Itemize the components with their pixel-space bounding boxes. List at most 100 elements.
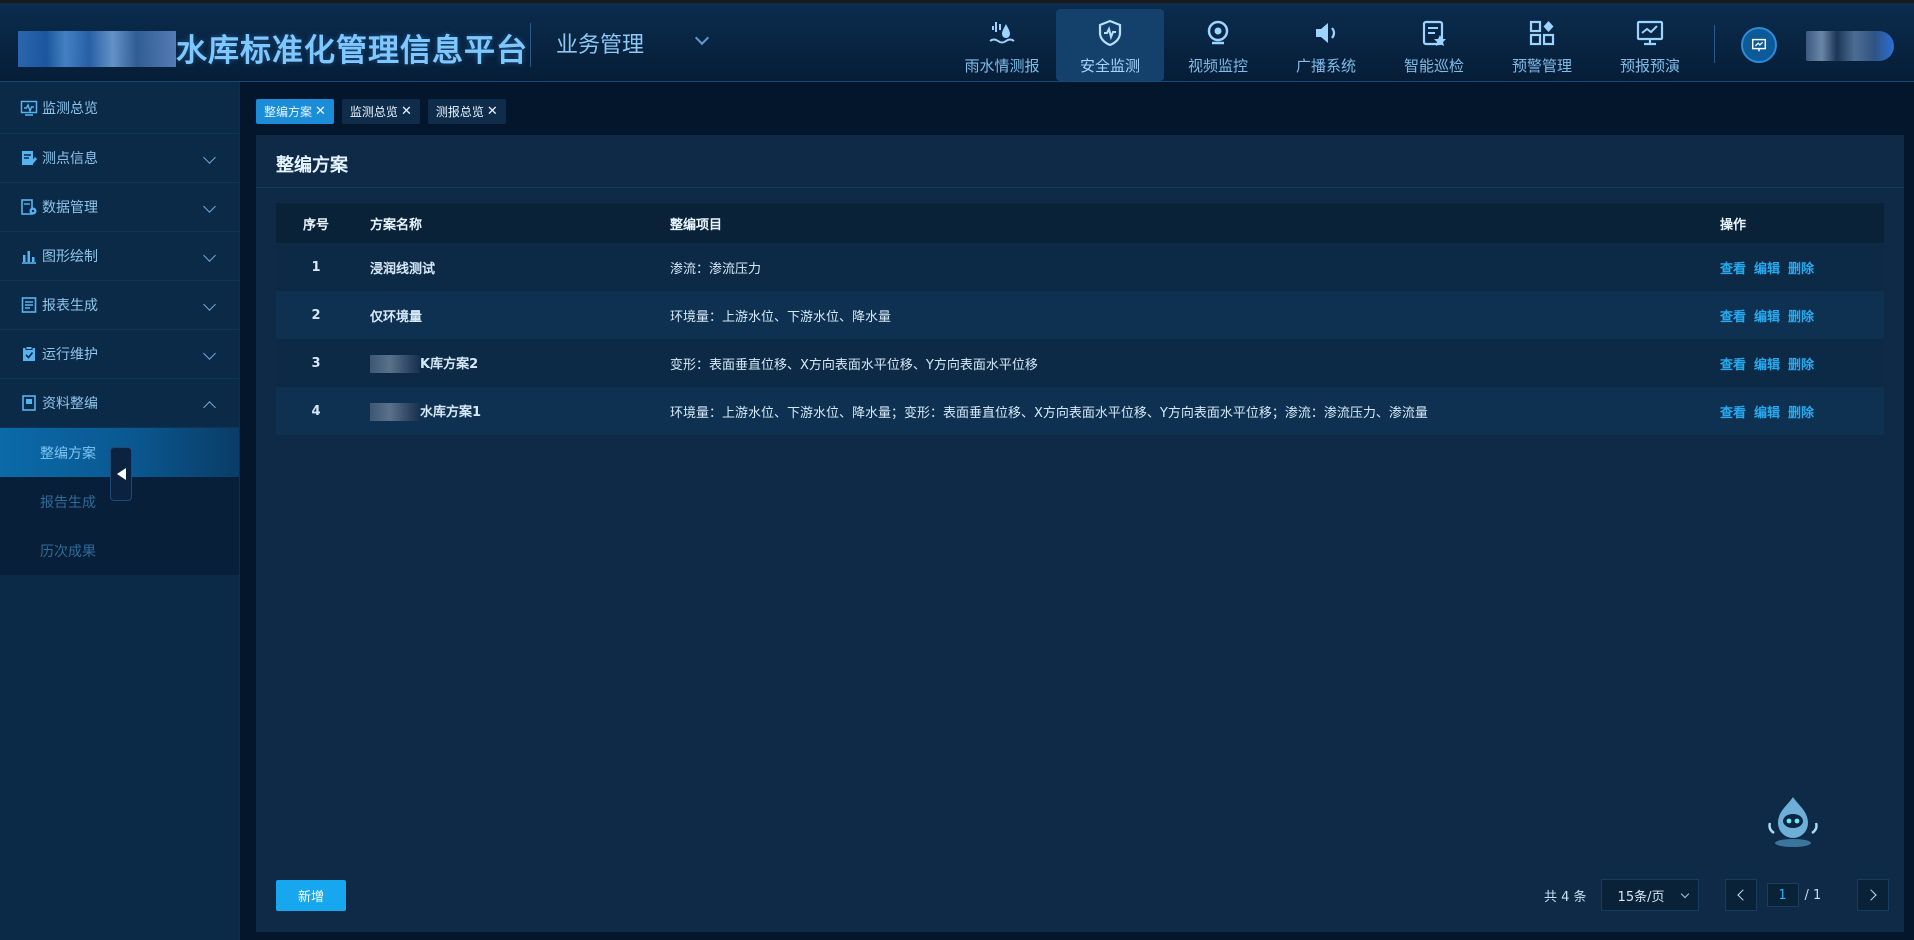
delete-link[interactable]: 删除 (1788, 358, 1814, 373)
app-title: 水库标准化管理信息平台 (176, 33, 528, 69)
nav-forecast[interactable]: 预报预演 (1596, 9, 1704, 81)
inspection-doc-icon (1422, 20, 1446, 46)
next-page-button[interactable] (1857, 879, 1890, 911)
current-page-input[interactable]: 1 (1766, 883, 1799, 907)
nav-safety-monitoring[interactable]: 安全监测 (1056, 9, 1164, 81)
webcam-icon (1207, 20, 1229, 45)
sidebar-subitem-history[interactable]: 历次成果 (0, 526, 239, 575)
row-index: 4 (311, 403, 321, 419)
table-row: 2 仅环境量 环境量：上游水位、下游水位、降水量 查看 编辑 删除 (276, 291, 1884, 339)
sidebar-item-report-generation[interactable]: 报表生成 (0, 281, 239, 330)
close-icon[interactable]: ✕ (401, 104, 412, 119)
chevron-down-icon (1680, 889, 1689, 899)
nav-label: 预警管理 (1511, 57, 1572, 75)
tag-compile-plan[interactable]: 整编方案 ✕ (256, 99, 334, 124)
view-link[interactable]: 查看 (1720, 262, 1746, 277)
prev-page-button[interactable] (1724, 879, 1757, 911)
chevron-down-icon (694, 30, 710, 46)
page-total: / 1 (1804, 887, 1822, 903)
row-actions: 查看 编辑 删除 (1706, 258, 1884, 277)
tag-monitoring-overview[interactable]: 监测总览 ✕ (341, 99, 420, 124)
sidebar-item-data-compilation[interactable]: 资料整编 (0, 379, 239, 428)
delete-link[interactable]: 删除 (1788, 310, 1814, 325)
sidebar-item-graph-drawing[interactable]: 图形绘制 (0, 232, 239, 281)
chevron-left-icon (1736, 889, 1749, 901)
edit-link[interactable]: 编辑 (1754, 262, 1780, 277)
sidebar-item-label: 图形绘制 (42, 249, 98, 265)
sidebar-item-label: 运行维护 (42, 347, 98, 363)
main-panel: 整编方案 序号 方案名称 整编项目 操作 1 浸润线测试 渗流：渗流压力 查看编… (256, 135, 1904, 932)
delete-link[interactable]: 删除 (1788, 406, 1814, 421)
screen-icon (1751, 38, 1767, 52)
plan-table: 序号 方案名称 整编项目 操作 1 浸润线测试 渗流：渗流压力 查看 编辑 删除 2… (276, 203, 1884, 435)
chevron-down-icon (203, 347, 216, 360)
sidebar-item-operations[interactable]: 运行维护 (0, 330, 239, 379)
row-index: 2 (311, 307, 321, 323)
logo-redacted (18, 31, 176, 67)
close-icon[interactable]: ✕ (315, 104, 326, 119)
data-settings-icon (21, 199, 37, 215)
edit-link[interactable]: 编辑 (1754, 406, 1780, 421)
view-link[interactable]: 查看 (1720, 406, 1746, 421)
sidebar-collapse-button[interactable] (110, 447, 132, 501)
nav-label: 视频监控 (1187, 57, 1248, 75)
doc-edit-icon (22, 151, 37, 165)
tag-label: 测报总览 (435, 105, 484, 119)
nav-video[interactable]: 视频监控 (1164, 9, 1272, 81)
nav-warning[interactable]: 预警管理 (1488, 9, 1596, 81)
triangle-left-icon (116, 468, 126, 480)
nav-label: 智能巡检 (1403, 57, 1464, 75)
chevron-down-icon (203, 249, 216, 262)
edit-link[interactable]: 编辑 (1754, 310, 1780, 325)
monitor-chart-icon (1636, 20, 1664, 46)
shield-heartbeat-icon (1098, 19, 1122, 47)
plan-name: 仅环境量 (370, 309, 423, 325)
table-header: 序号 方案名称 整编项目 操作 (276, 203, 1884, 243)
clipboard-check-icon (23, 346, 35, 361)
name-redacted (370, 403, 420, 422)
row-index: 1 (311, 259, 321, 275)
plan-name-cell: 水库方案1 (356, 401, 656, 422)
top-header: 水库标准化管理信息平台 业务管理 雨水情测报 安全监测 视频监控 广播系统 智能… (0, 0, 1914, 82)
sidebar-item-label: 数据管理 (42, 200, 98, 216)
water-drop-mascot-icon[interactable] (1764, 793, 1822, 851)
screen-button[interactable] (1741, 27, 1777, 63)
tag-forecast-overview[interactable]: 测报总览 ✕ (427, 99, 506, 124)
report-icon (21, 297, 37, 313)
speaker-icon (1316, 23, 1336, 43)
section-dropdown[interactable]: 业务管理 (556, 27, 716, 63)
page-title: 整编方案 (276, 155, 348, 176)
book-icon (22, 395, 36, 411)
bar-chart-icon (22, 251, 36, 264)
view-link[interactable]: 查看 (1720, 310, 1746, 325)
plan-name: 水库方案1 (420, 404, 482, 420)
pagination: 共 4 条 15条/页 1 / 1 (1544, 879, 1890, 911)
sidebar-item-label: 测点信息 (42, 151, 98, 167)
sidebar-item-data-management[interactable]: 数据管理 (0, 183, 239, 232)
page-size-select[interactable]: 15条/页 (1600, 879, 1699, 911)
row-actions: 查看 编辑 删除 (1706, 354, 1884, 373)
view-link[interactable]: 查看 (1720, 358, 1746, 373)
section-label: 业务管理 (556, 33, 645, 58)
header-divider (530, 23, 531, 67)
nav-rain-water[interactable]: 雨水情测报 (948, 9, 1056, 81)
nav-broadcast[interactable]: 广播系统 (1272, 9, 1380, 81)
close-icon[interactable]: ✕ (487, 104, 498, 119)
add-button[interactable]: 新增 (276, 880, 346, 911)
user-avatar-redacted[interactable] (1806, 31, 1894, 61)
plan-name: 浸润线测试 (370, 261, 436, 277)
table-row: 1 浸润线测试 渗流：渗流压力 查看 编辑 删除 (276, 243, 1884, 291)
edit-link[interactable]: 编辑 (1754, 358, 1780, 373)
tag-label: 监测总览 (349, 105, 398, 119)
chevron-down-icon (203, 298, 216, 311)
sidebar-item-measure-points[interactable]: 测点信息 (0, 134, 239, 183)
plan-name-cell: K库方案2 (356, 353, 656, 374)
nav-inspection[interactable]: 智能巡检 (1380, 9, 1488, 81)
grid-apps-icon (1529, 20, 1555, 46)
row-actions: 查看 编辑 删除 (1706, 306, 1884, 325)
nav-label: 安全监测 (1079, 57, 1140, 75)
delete-link[interactable]: 删除 (1788, 262, 1814, 277)
header-divider (1714, 25, 1715, 63)
column-header: 整编项目 (670, 217, 723, 233)
sidebar-item-monitoring-overview[interactable]: 监测总览 (0, 82, 239, 134)
